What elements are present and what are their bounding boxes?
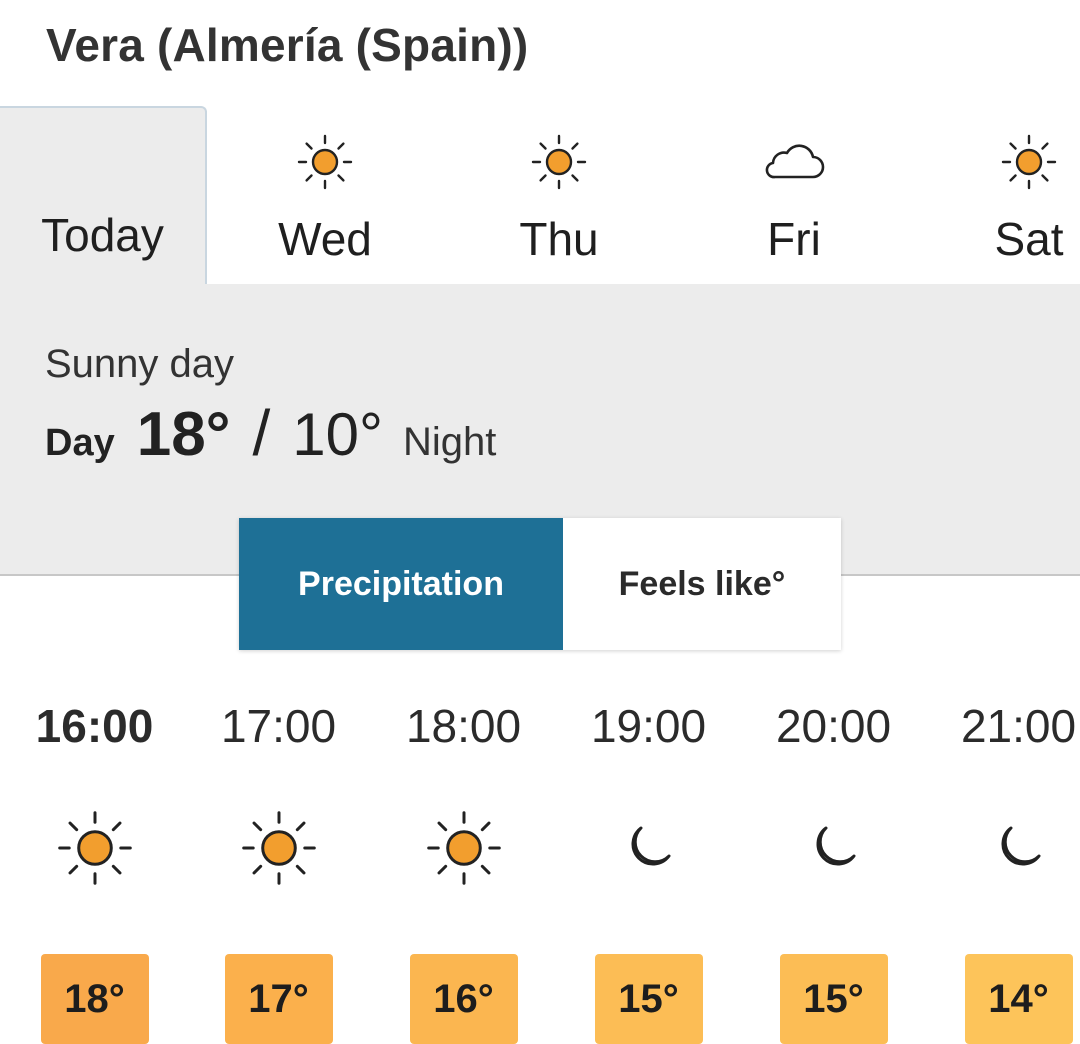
moon-icon: [989, 808, 1049, 888]
hour-column[interactable]: 17:00 17°: [186, 696, 371, 1044]
hour-temp-badge: 14°: [964, 954, 1073, 1044]
hour-time: 18:00: [405, 700, 522, 752]
hour-time: 19:00: [590, 700, 707, 752]
tab-fri[interactable]: Fri: [699, 106, 889, 284]
hour-time: 20:00: [775, 700, 892, 752]
hour-column[interactable]: 20:00 15°: [741, 696, 926, 1044]
tab-label: Thu: [519, 213, 599, 265]
tab-label: Fri: [767, 213, 821, 265]
tab-label: Wed: [278, 213, 372, 265]
hour-temp-badge: 18°: [40, 954, 149, 1044]
night-label: Night: [403, 420, 497, 464]
feels-like-button[interactable]: Feels like°: [563, 518, 841, 650]
day-temperature: 18°: [136, 400, 231, 469]
day-night-temps: Day 18° / 10° Night: [45, 396, 496, 470]
hour-time: 21:00: [960, 700, 1077, 752]
night-temperature: 10°: [292, 401, 383, 468]
hour-temp-badge: 15°: [779, 954, 888, 1044]
hour-temp-badge: 16°: [409, 954, 518, 1044]
sun-icon: [297, 132, 353, 192]
moon-icon: [619, 808, 679, 888]
sun-icon: [57, 808, 133, 888]
sun-icon: [241, 808, 317, 888]
tab-label: Today: [41, 209, 164, 261]
sun-icon: [426, 808, 502, 888]
hour-column[interactable]: 16:00 18°: [2, 696, 187, 1044]
weather-condition: Sunny day: [45, 342, 235, 386]
sun-icon: [1001, 132, 1057, 192]
sun-icon: [531, 132, 587, 192]
temp-separator: /: [252, 397, 271, 469]
day-tabs: Today Wed Thu Fri Sat: [0, 106, 1080, 390]
hour-temp-badge: 15°: [594, 954, 703, 1044]
view-toggle: Precipitation Feels like°: [239, 518, 841, 650]
hour-column[interactable]: 19:00 15°: [556, 696, 741, 1044]
day-label: Day: [45, 422, 115, 464]
moon-icon: [804, 808, 864, 888]
tab-sat[interactable]: Sat: [934, 106, 1080, 284]
tab-thu[interactable]: Thu: [464, 106, 654, 284]
tab-today[interactable]: Today: [0, 106, 207, 284]
hour-time: 17:00: [220, 700, 337, 752]
tab-label: Sat: [994, 213, 1064, 265]
hour-temp-badge: 17°: [224, 954, 333, 1044]
hour-time: 16:00: [35, 700, 154, 752]
cloud-icon: [761, 132, 827, 192]
precipitation-button[interactable]: Precipitation: [239, 518, 563, 650]
tab-wed[interactable]: Wed: [230, 106, 420, 284]
hour-column[interactable]: 21:00 14°: [926, 696, 1080, 1044]
hour-column[interactable]: 18:00 16°: [371, 696, 556, 1044]
location-title: Vera (Almería (Spain)): [46, 19, 529, 71]
